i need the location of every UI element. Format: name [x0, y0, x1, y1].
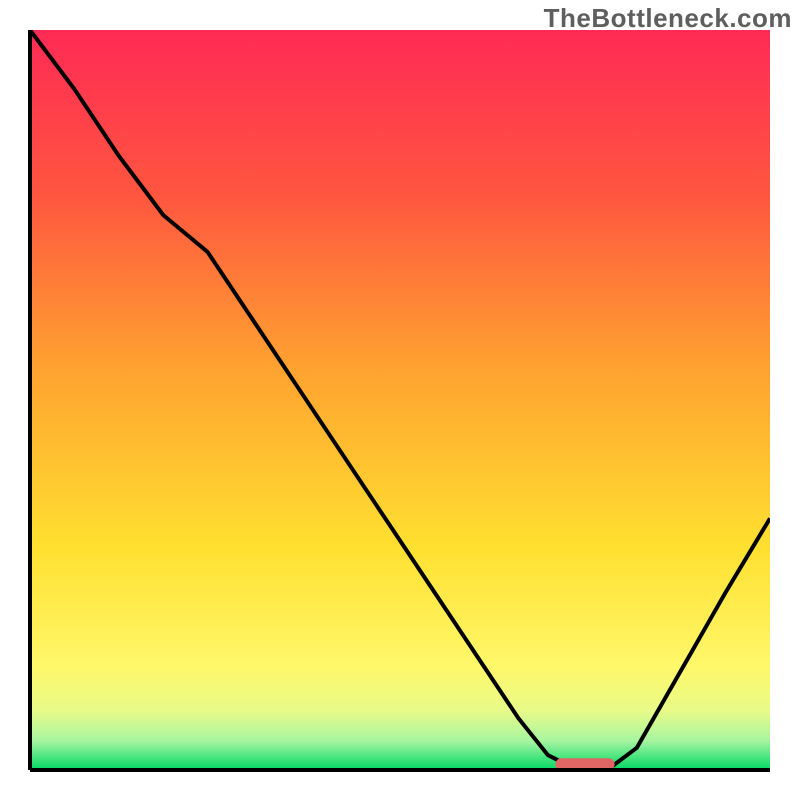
bottleneck-chart	[0, 0, 800, 800]
chart-container: TheBottleneck.com	[0, 0, 800, 800]
plot-background	[30, 30, 770, 770]
watermark-text: TheBottleneck.com	[544, 3, 792, 34]
